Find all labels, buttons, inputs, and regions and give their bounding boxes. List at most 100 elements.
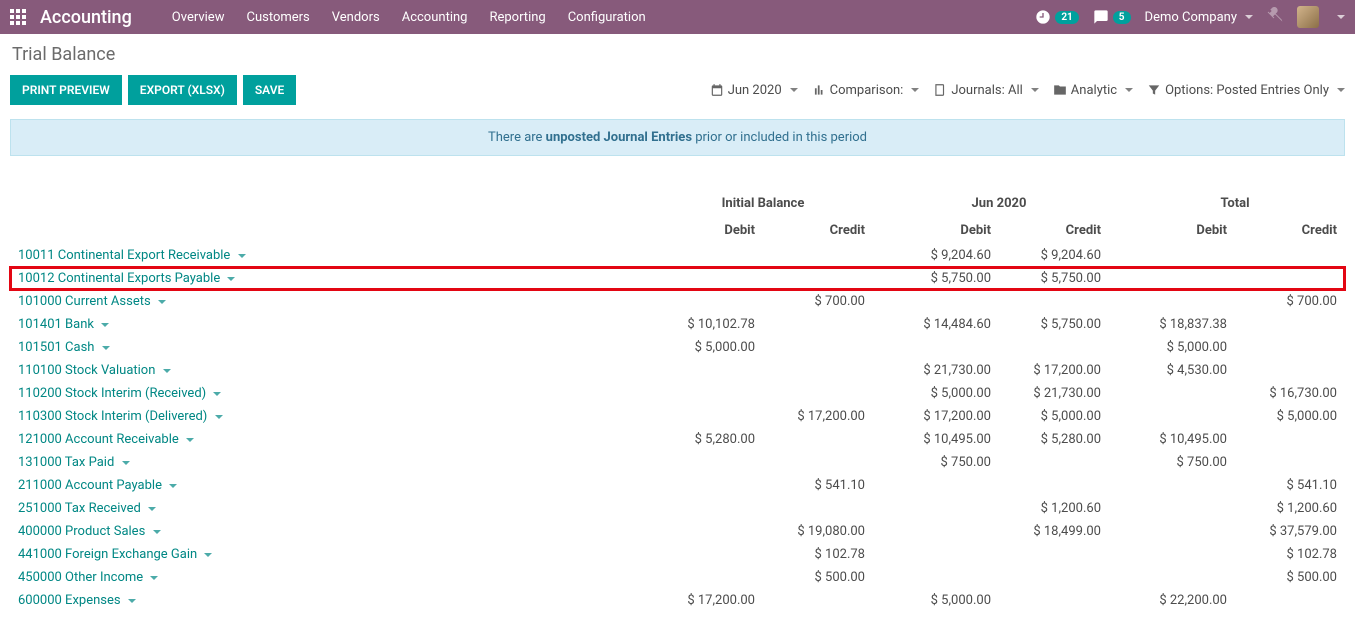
caret-down-icon [101,323,109,327]
app-brand[interactable]: Accounting [40,7,132,28]
cell-total-debit [1125,382,1235,405]
account-link[interactable]: 441000 Foreign Exchange Gain [10,543,653,566]
account-link[interactable]: 110200 Stock Interim (Received) [10,382,653,405]
nav-accounting[interactable]: Accounting [402,10,468,25]
nav-vendors[interactable]: Vendors [332,10,380,25]
caret-down-icon [790,88,798,92]
filter-journals[interactable]: Journals: All [933,83,1038,98]
nav-customers[interactable]: Customers [246,10,309,25]
group-initial: Initial Balance [653,190,873,217]
export-xlsx-button[interactable]: EXPORT (XLSX) [128,75,237,105]
cell-initial-debit [653,382,763,405]
cell-month-debit: $ 5,000.00 [889,382,999,405]
cell-month-debit [889,612,999,613]
col-debit: Debit [653,217,763,244]
account-link[interactable]: 101401 Bank [10,313,653,336]
account-link[interactable]: 101000 Current Assets [10,290,653,313]
cell-initial-credit [763,612,873,613]
save-button[interactable]: SAVE [243,75,296,105]
cell-total-credit [1235,313,1345,336]
filter-date-label: Jun 2020 [728,83,782,98]
account-link[interactable]: 131000 Tax Paid [10,451,653,474]
cell-month-credit: $ 5,000.00 [999,405,1109,428]
table-row: 400000 Product Sales $ 19,080.00$ 18,499… [10,520,1345,543]
cell-initial-credit: $ 700.00 [763,290,873,313]
caret-down-icon [227,277,235,281]
cell-initial-credit: $ 19,080.00 [763,520,873,543]
cell-total-debit [1125,566,1235,589]
caret-down-icon [204,553,212,557]
cell-initial-credit: $ 541.10 [763,474,873,497]
caret-down-icon [238,254,246,258]
user-avatar[interactable] [1297,6,1319,28]
table-row: 131000 Tax Paid $ 750.00$ 750.00 [10,451,1345,474]
debug-icon[interactable] [1267,7,1283,27]
group-month: Jun 2020 [889,190,1109,217]
cell-initial-credit: $ 102.78 [763,543,873,566]
filter-date[interactable]: Jun 2020 [710,83,798,98]
caret-down-icon [122,461,130,465]
caret-down-icon [1031,88,1039,92]
nav-configuration[interactable]: Configuration [568,10,646,25]
company-switcher[interactable]: Demo Company [1145,10,1253,25]
col-credit: Credit [999,217,1109,244]
caret-down-icon [153,530,161,534]
apps-icon[interactable] [10,9,26,25]
print-preview-button[interactable]: PRINT PREVIEW [10,75,122,105]
cell-initial-debit [653,244,763,267]
cell-total-credit: $ 500.00 [1235,566,1345,589]
cell-total-debit: $ 541.10 [1125,612,1235,613]
cell-initial-credit [763,267,873,290]
cell-total-debit [1125,474,1235,497]
cell-month-debit [889,566,999,589]
cell-initial-debit [653,405,763,428]
account-link[interactable]: 121000 Account Receivable [10,428,653,451]
timer-badge: 21 [1055,11,1078,24]
filter-comparison[interactable]: Comparison: [812,83,920,98]
nav-reporting[interactable]: Reporting [489,10,545,25]
account-link[interactable]: 450000 Other Income [10,566,653,589]
account-link[interactable]: 110300 Stock Interim (Delivered) [10,405,653,428]
account-link[interactable]: 400000 Product Sales [10,520,653,543]
cell-month-credit: $ 5,750.00 [999,313,1109,336]
messages-badge: 5 [1113,11,1131,24]
cell-initial-debit: $ 5,280.00 [653,428,763,451]
cell-initial-debit [653,359,763,382]
cell-month-debit [889,290,999,313]
filter-analytic[interactable]: Analytic [1053,83,1133,98]
filter-options[interactable]: Options: Posted Entries Only [1147,83,1345,98]
cell-month-debit: $ 5,000.00 [889,589,999,612]
messages-indicator[interactable]: 5 [1093,9,1131,25]
cell-total-credit: $ 16,730.00 [1235,382,1345,405]
cell-initial-debit: $ 10,102.78 [653,313,763,336]
cell-initial-debit [653,451,763,474]
info-banner[interactable]: There are unposted Journal Entries prior… [10,119,1345,156]
cell-month-credit [999,290,1109,313]
nav-overview[interactable]: Overview [172,10,225,25]
table-row: 110300 Stock Interim (Delivered) $ 17,20… [10,405,1345,428]
col-debit: Debit [889,217,999,244]
cell-total-credit [1235,336,1345,359]
cell-total-credit: $ 1,200.60 [1235,497,1345,520]
account-link[interactable]: 251000 Tax Received [10,497,653,520]
cell-month-credit: $ 17,200.00 [999,359,1109,382]
account-link[interactable]: 10012 Continental Exports Payable [10,267,653,290]
cell-initial-credit [763,451,873,474]
topbar: Accounting Overview Customers Vendors Ac… [0,0,1355,34]
table-row: 441000 Foreign Exchange Gain $ 102.78$ 1… [10,543,1345,566]
main-nav: Overview Customers Vendors Accounting Re… [172,10,646,25]
table-row: 110100 Stock Valuation $ 21,730.00$ 17,2… [10,359,1345,382]
timer-indicator[interactable]: 21 [1035,9,1078,25]
cell-initial-debit [653,290,763,313]
account-link[interactable]: 110100 Stock Valuation [10,359,653,382]
cell-month-debit: $ 9,204.60 [889,244,999,267]
cell-month-credit [999,336,1109,359]
cell-total-debit [1125,405,1235,428]
book-icon [933,83,947,97]
account-link[interactable]: 211000 Account Payable [10,474,653,497]
account-link[interactable]: 10011 Continental Export Receivable [10,244,653,267]
account-link[interactable]: 600000 Expenses [10,589,653,612]
account-link[interactable]: 101501 Cash [10,336,653,359]
cell-initial-credit [763,382,873,405]
account-link[interactable]: 999999 Undistributed Profits/Losses [10,612,653,613]
